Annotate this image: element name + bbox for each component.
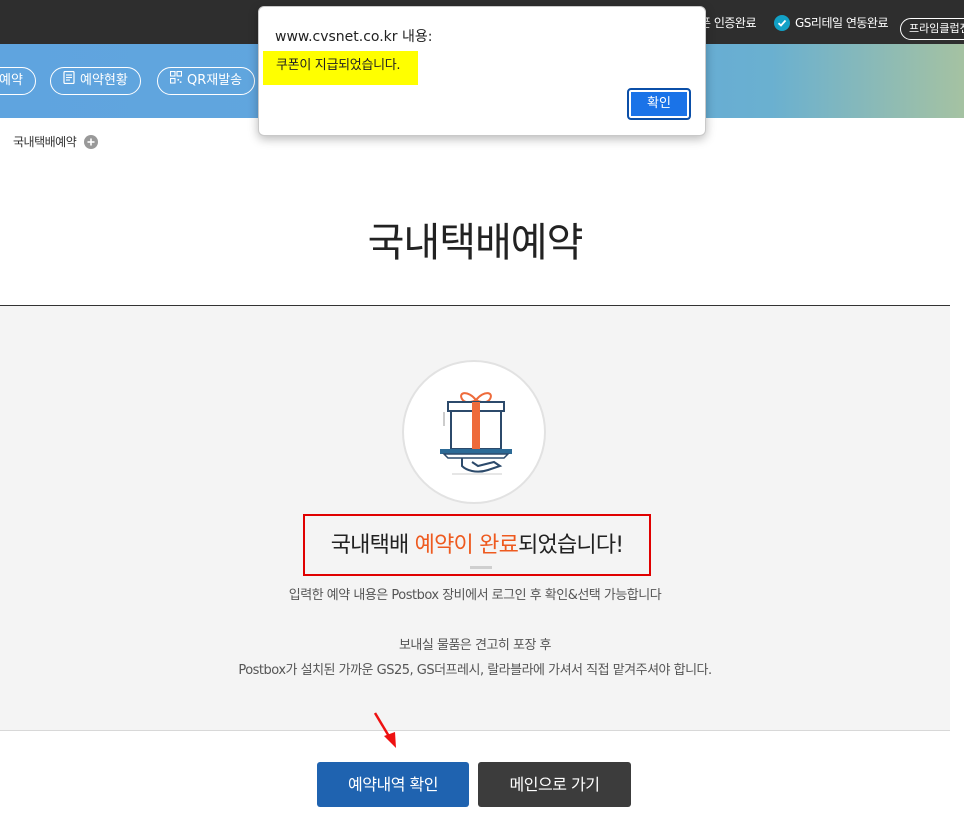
prime-club-button[interactable]: 프라임클럽전 (900, 18, 964, 40)
nav-reservation-status-button[interactable]: 예약현황 (50, 67, 141, 95)
completion-suffix: 되었습니다! (518, 533, 624, 558)
completion-message-box: 국내택배 예약이 완료되었습니다! (303, 514, 651, 576)
go-main-button[interactable]: 메인으로 가기 (478, 762, 631, 807)
dropoff-info-text: Postbox가 설치된 가까운 GS25, GS더프레시, 랄라블라에 가셔서… (238, 663, 712, 678)
gift-illustration (402, 360, 546, 504)
check-reservation-button[interactable]: 예약내역 확인 (317, 762, 469, 807)
completion-message: 국내택배 예약이 완료되었습니다! (305, 527, 649, 559)
gs-retail-link-label: GS리테일 연동완료 (795, 16, 889, 30)
phone-verified-status: 폰 인증완료 (700, 16, 757, 30)
check-icon (774, 14, 790, 31)
page-title: 국내택배예약 (367, 220, 584, 266)
plus-circle-icon[interactable] (84, 134, 99, 149)
qr-code-icon (169, 68, 183, 94)
postbox-info-text: 입력한 예약 내용은 Postbox 장비에서 로그인 후 확인&선택 가능합니… (288, 588, 662, 603)
alert-dialog: www.cvsnet.co.kr 내용: 쿠폰이 지급되었습니다. 확인 (258, 6, 706, 136)
completion-prefix: 국내택배 (330, 533, 415, 558)
nav-qr-resend-label: QR재발송 (187, 73, 243, 88)
nav-reserve-button[interactable]: 예약 (0, 67, 36, 95)
nav-reserve-label: 예약 (0, 73, 23, 88)
completion-highlight: 예약이 완료 (414, 533, 519, 558)
completion-panel: 국내택배 예약이 완료되었습니다! 입력한 예약 내용은 Postbox 장비에… (0, 306, 950, 731)
nav-reservation-status-label: 예약현황 (80, 73, 128, 88)
dialog-message: 쿠폰이 지급되었습니다. (276, 58, 401, 73)
gift-on-hand-icon (440, 392, 512, 475)
gs-retail-link-status: GS리테일 연동완료 (774, 14, 889, 31)
dialog-title: www.cvsnet.co.kr 내용: (275, 29, 433, 45)
breadcrumb: 국내택배예약 (13, 133, 99, 150)
message-underline (470, 566, 492, 569)
breadcrumb-current: 국내택배예약 (13, 135, 77, 149)
nav-qr-resend-button[interactable]: QR재발송 (157, 67, 256, 95)
packing-info-text: 보내실 물품은 견고히 포장 후 (398, 638, 552, 653)
dialog-ok-button[interactable]: 확인 (627, 88, 691, 120)
document-icon (63, 68, 75, 94)
annotation-arrow-icon (373, 712, 396, 748)
